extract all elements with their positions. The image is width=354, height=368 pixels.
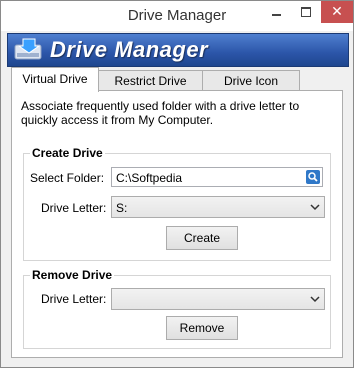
- minimize-button[interactable]: [261, 1, 291, 23]
- maximize-button[interactable]: [291, 1, 321, 23]
- drive-icon: [14, 38, 42, 60]
- remove-drive-title: Remove Drive: [30, 268, 115, 282]
- drive-letter-value: S:: [116, 201, 128, 215]
- remove-button[interactable]: Remove: [166, 316, 238, 340]
- folder-value: C:\Softpedia: [116, 171, 183, 185]
- remove-drive-letter-select[interactable]: [111, 288, 325, 310]
- tab-panel: Associate frequently used folder with a …: [11, 90, 343, 358]
- minimize-icon: [271, 13, 281, 16]
- browse-folder-button[interactable]: [306, 170, 320, 184]
- description-text: Associate frequently used folder with a …: [21, 99, 300, 127]
- close-button[interactable]: ✕: [321, 1, 353, 23]
- drive-letter-label: Drive Letter:: [41, 201, 107, 215]
- create-drive-group: Create Drive Select Folder: C:\Softpedia…: [23, 146, 331, 261]
- drive-letter-select[interactable]: S:: [111, 196, 325, 218]
- banner-title: Drive Manager: [50, 37, 209, 62]
- tab-drive-icon[interactable]: Drive Icon: [202, 70, 300, 91]
- chevron-down-icon: [310, 296, 320, 303]
- maximize-icon: [301, 6, 311, 17]
- remove-drive-group: Remove Drive Drive Letter: Remove: [23, 268, 331, 349]
- search-icon: [308, 172, 318, 182]
- folder-field[interactable]: C:\Softpedia: [111, 167, 323, 187]
- chevron-down-icon: [310, 204, 320, 211]
- tab-virtual-drive[interactable]: Virtual Drive: [11, 67, 99, 92]
- title-bar: Drive Manager ✕: [1, 1, 353, 31]
- app-banner: Drive Manager: [7, 33, 349, 67]
- select-folder-label: Select Folder:: [30, 171, 105, 185]
- app-window: Drive Manager ✕ Drive Manager Virtual Dr…: [0, 0, 354, 368]
- tab-restrict-drive[interactable]: Restrict Drive: [98, 70, 203, 91]
- create-button[interactable]: Create: [166, 226, 238, 250]
- remove-drive-letter-label: Drive Letter:: [41, 292, 107, 306]
- create-drive-title: Create Drive: [30, 146, 105, 160]
